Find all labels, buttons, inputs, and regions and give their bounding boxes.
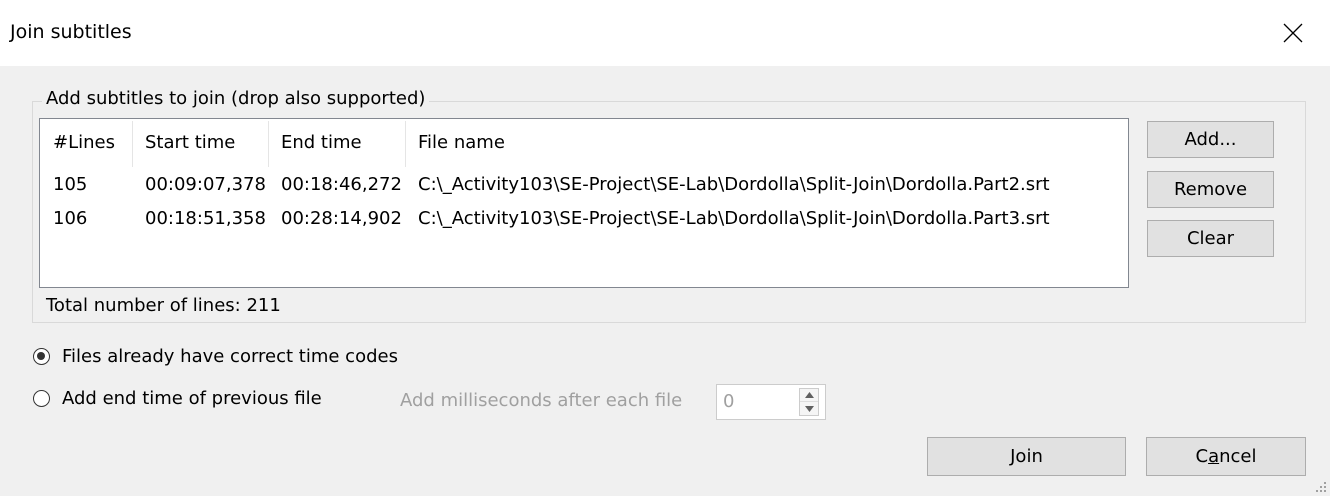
list-header: #Lines Start time End time File name: [40, 129, 1128, 157]
cell-start-time: 00:18:51,358: [145, 208, 266, 229]
cell-lines: 106: [53, 208, 88, 229]
title-bar: Join subtitles: [0, 0, 1330, 66]
subtitles-list[interactable]: #Lines Start time End time File name 105…: [39, 118, 1129, 288]
spinner-buttons: [799, 388, 819, 416]
clear-button-label: Clear: [1186, 228, 1235, 249]
cancel-mnemonic: a: [1208, 446, 1220, 467]
column-separator[interactable]: [268, 121, 269, 167]
column-header-file-name[interactable]: File name: [418, 129, 505, 157]
cell-start-time: 00:09:07,378: [145, 174, 266, 195]
remove-button[interactable]: Remove: [1147, 171, 1274, 208]
close-button[interactable]: [1276, 16, 1310, 50]
join-button-label: Join: [1010, 446, 1043, 467]
spin-down-icon: [804, 405, 814, 412]
radio-button-selected[interactable]: [33, 348, 50, 365]
column-separator[interactable]: [132, 121, 133, 167]
spin-up-button[interactable]: [800, 389, 818, 402]
column-separator[interactable]: [405, 121, 406, 167]
cancel-button[interactable]: Cancel: [1146, 437, 1306, 476]
radio-add-end-time-label: Add end time of previous file: [62, 388, 322, 409]
radio-add-end-time[interactable]: Add end time of previous file: [33, 388, 322, 409]
resize-grip-icon[interactable]: [1315, 481, 1327, 493]
table-row[interactable]: 106 00:18:51,358 00:28:14,902 C:\_Activi…: [40, 205, 1128, 233]
remove-button-label: Remove: [1173, 179, 1248, 200]
cell-end-time: 00:28:14,902: [281, 208, 402, 229]
close-icon: [1283, 23, 1303, 43]
milliseconds-spinner[interactable]: 0: [716, 384, 826, 420]
milliseconds-value[interactable]: 0: [723, 391, 734, 412]
cell-file-name: C:\_Activity103\SE-Project\SE-Lab\Dordol…: [418, 174, 1050, 195]
add-button[interactable]: Add...: [1147, 121, 1274, 158]
column-header-start-time[interactable]: Start time: [145, 129, 235, 157]
radio-correct-time-codes[interactable]: Files already have correct time codes: [33, 346, 398, 367]
add-button-label: Add...: [1184, 129, 1237, 150]
files-group-label: Add subtitles to join (drop also support…: [42, 88, 430, 109]
spin-down-button[interactable]: [800, 402, 818, 415]
column-header-end-time[interactable]: End time: [281, 129, 362, 157]
milliseconds-label: Add milliseconds after each file: [400, 390, 683, 411]
radio-correct-time-codes-label: Files already have correct time codes: [62, 346, 398, 367]
join-button[interactable]: Join: [927, 437, 1126, 476]
column-header-lines[interactable]: #Lines: [53, 129, 115, 157]
table-row[interactable]: 105 00:09:07,378 00:18:46,272 C:\_Activi…: [40, 171, 1128, 199]
total-lines-label: Total number of lines: 211: [46, 295, 281, 316]
cell-lines: 105: [53, 174, 88, 195]
spin-up-icon: [804, 392, 814, 398]
radio-button[interactable]: [33, 390, 50, 407]
cell-end-time: 00:18:46,272: [281, 174, 402, 195]
cell-file-name: C:\_Activity103\SE-Project\SE-Lab\Dordol…: [418, 208, 1050, 229]
clear-button[interactable]: Clear: [1147, 220, 1274, 257]
window-title: Join subtitles: [10, 21, 132, 43]
cancel-button-label: Cancel: [1195, 446, 1257, 467]
